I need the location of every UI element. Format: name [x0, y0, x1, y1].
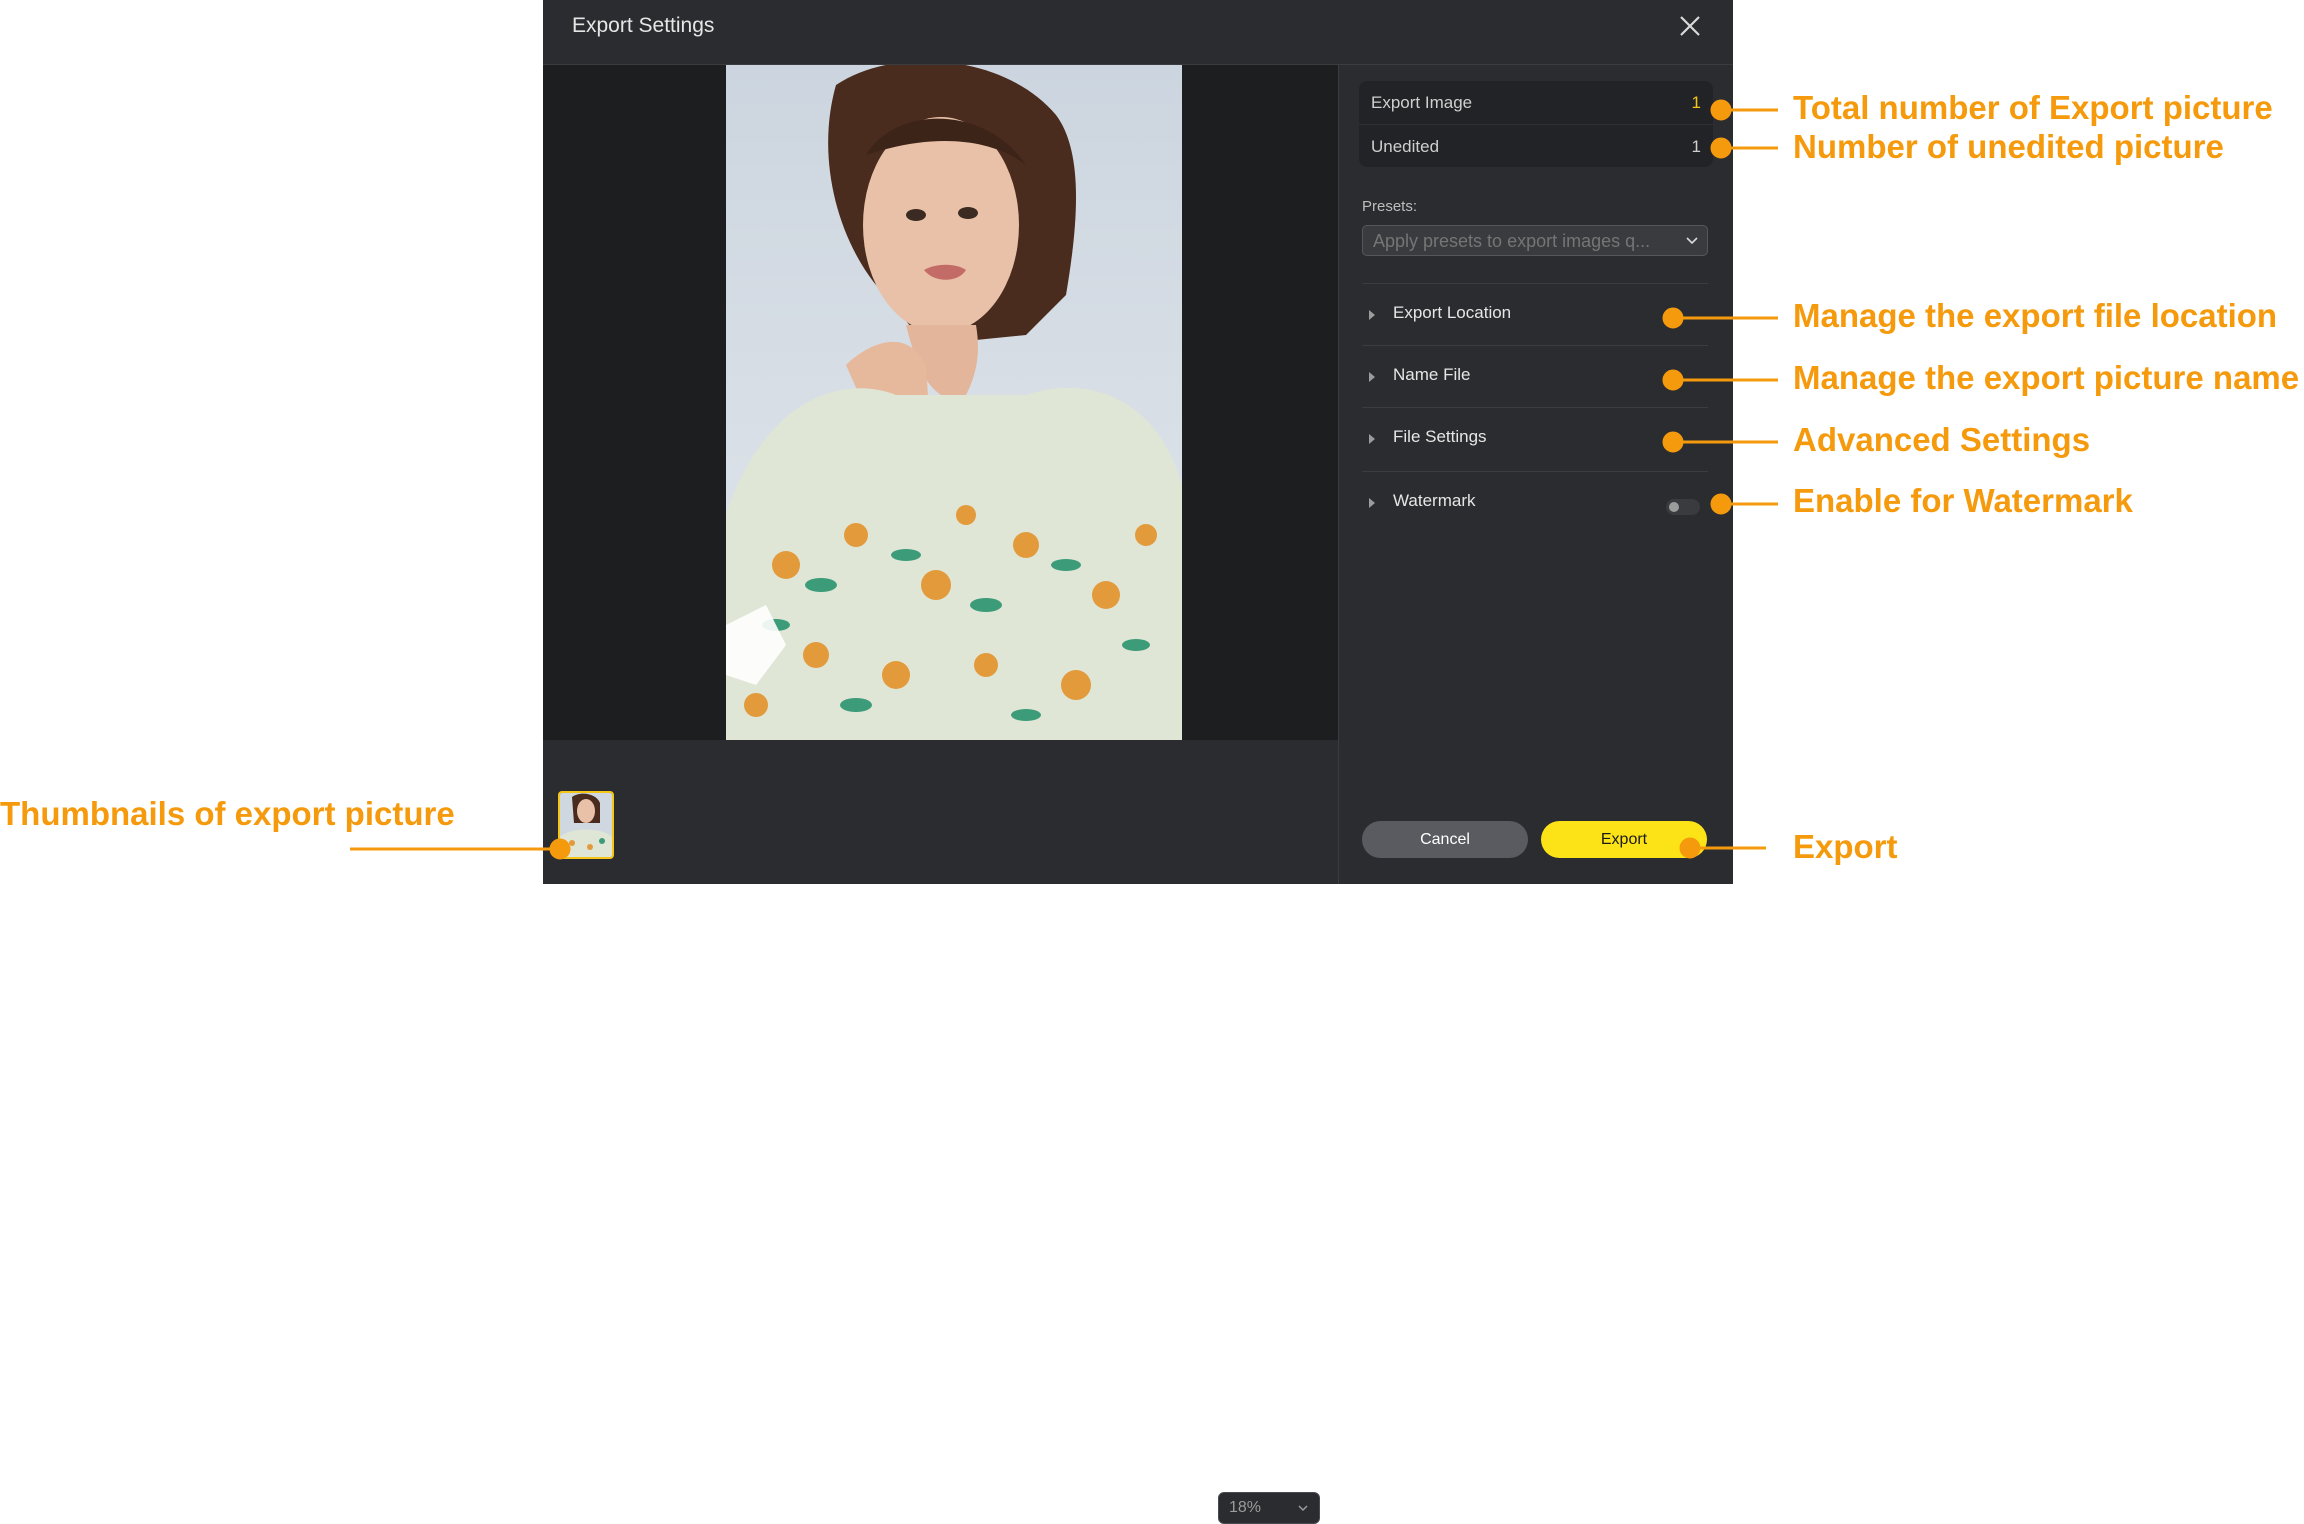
annotation-name-file: Manage the export picture name: [1793, 359, 2300, 396]
zoom-value: 18%: [1229, 1499, 1262, 1516]
annotation-unedited: Number of unedited picture: [1793, 128, 2224, 165]
annotation-export: Export: [1793, 828, 1898, 865]
annotation-thumbnails: Thumbnails of export picture: [0, 795, 455, 832]
annotation-export-location: Manage the export file location: [1793, 297, 2278, 334]
zoom-select[interactable]: 18%: [1218, 1492, 1320, 1524]
annotation-watermark: Enable for Watermark: [1793, 482, 2133, 519]
chevron-down-icon: [1297, 1501, 1309, 1519]
annotation-total-export: Total number of Export picture: [1793, 89, 2273, 126]
annotation-advanced-settings: Advanced Settings: [1793, 421, 2091, 458]
